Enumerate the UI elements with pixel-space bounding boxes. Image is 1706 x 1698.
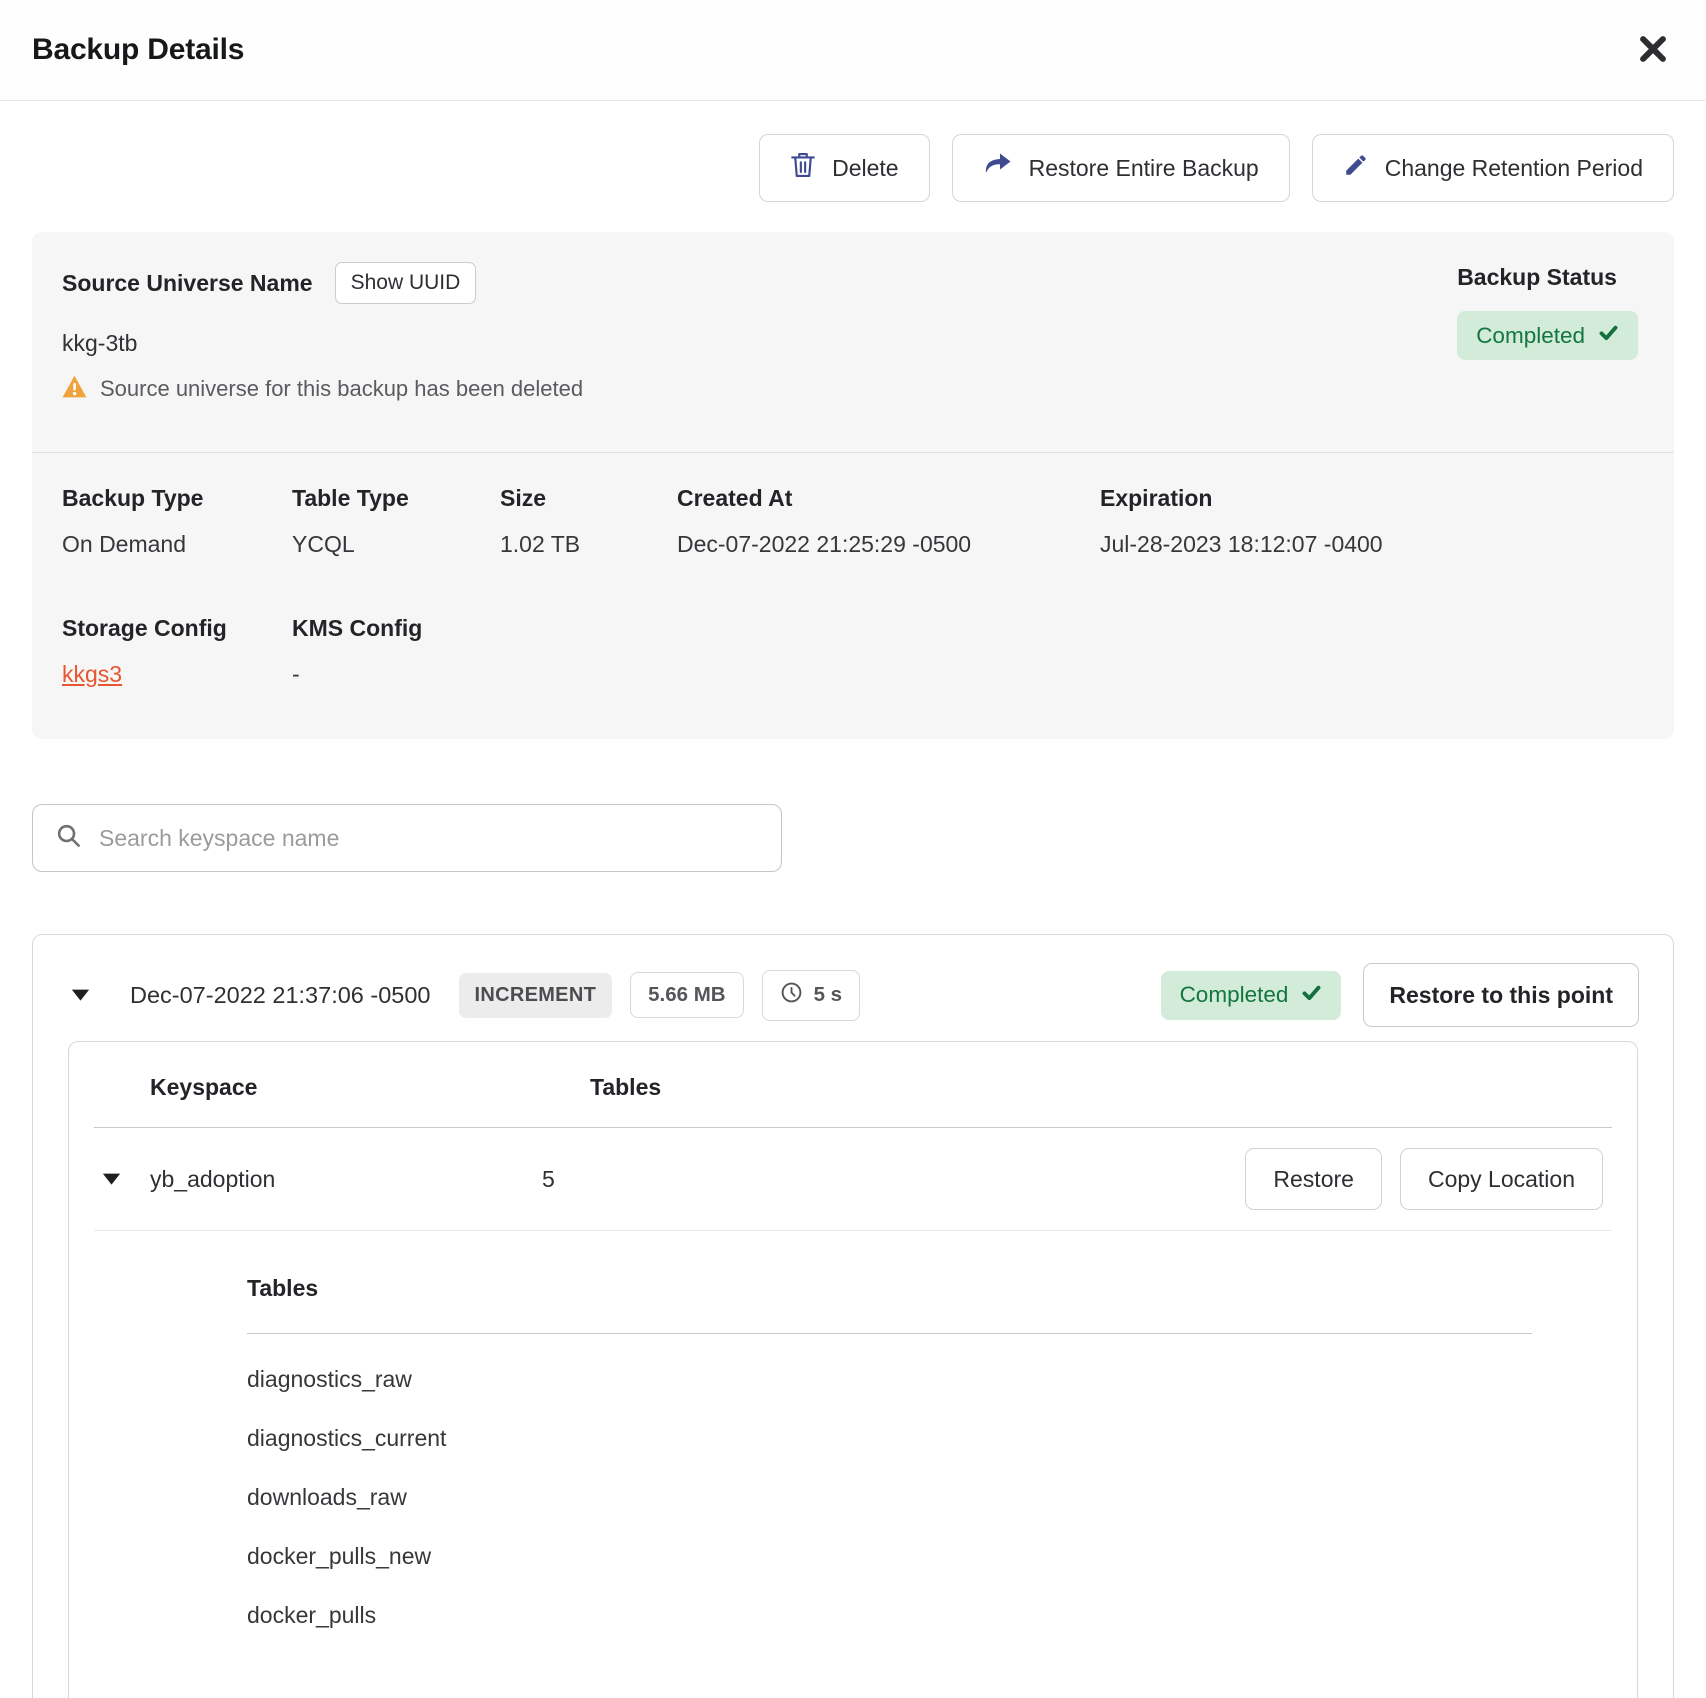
- keyspace-table-card: Keyspace Tables yb_adoption 5 Restore Co…: [68, 1041, 1638, 1698]
- change-retention-period-label: Change Retention Period: [1385, 155, 1643, 182]
- show-uuid-button[interactable]: Show UUID: [335, 262, 477, 304]
- close-button[interactable]: [1628, 24, 1678, 77]
- config-row: Storage Config kkgs3 KMS Config -: [62, 615, 1644, 689]
- status-badge: Completed: [1457, 311, 1638, 360]
- backup-status-label: Backup Status: [1457, 264, 1617, 291]
- check-icon: [1301, 982, 1322, 1009]
- source-universe-block: Source Universe Name Show UUID kkg-3tb S…: [62, 262, 583, 404]
- tables-sublist-divider: [247, 1333, 1532, 1334]
- increment-duration-badge: 5 s: [762, 970, 861, 1021]
- tables-sublist: Tables diagnostics_raw diagnostics_curre…: [247, 1231, 1532, 1629]
- delete-button[interactable]: Delete: [759, 134, 929, 202]
- backup-details-modal: Backup Details Delete Restore Entire Bac…: [0, 0, 1706, 1698]
- source-universe-label: Source Universe Name: [62, 270, 313, 297]
- field-storage-config: Storage Config kkgs3: [62, 615, 292, 689]
- collapse-caret-icon[interactable]: [71, 989, 90, 1001]
- field-created-at: Created At Dec-07-2022 21:25:29 -0500: [677, 485, 1100, 559]
- check-icon: [1598, 322, 1619, 349]
- keyspace-caret-icon[interactable]: [102, 1173, 150, 1185]
- restore-entire-backup-label: Restore Entire Backup: [1029, 155, 1259, 182]
- search-icon: [55, 822, 82, 854]
- increment-header-row: Dec-07-2022 21:37:06 -0500 INCREMENT 5.6…: [33, 935, 1673, 1027]
- search-input[interactable]: [99, 825, 759, 852]
- field-expiration: Expiration Jul-28-2023 18:12:07 -0400: [1100, 485, 1383, 559]
- table-name-item: docker_pulls: [247, 1602, 1532, 1629]
- warning-icon: [62, 375, 87, 404]
- page-title: Backup Details: [32, 33, 244, 67]
- universe-name: kkg-3tb: [62, 330, 583, 358]
- increment-backup-card: Dec-07-2022 21:37:06 -0500 INCREMENT 5.6…: [32, 934, 1674, 1698]
- table-name-item: downloads_raw: [247, 1484, 1532, 1511]
- keyspace-column-header: Keyspace: [150, 1074, 590, 1101]
- backup-meta-row: Backup Type On Demand Table Type YCQL Si…: [62, 485, 1644, 559]
- modal-content: Delete Restore Entire Backup Change Rete…: [0, 134, 1706, 1698]
- table-name-item: diagnostics_current: [247, 1425, 1532, 1452]
- keyspace-tables-count: 5: [542, 1166, 555, 1193]
- change-retention-period-button[interactable]: Change Retention Period: [1312, 134, 1674, 202]
- keyspace-search[interactable]: [32, 804, 782, 872]
- field-table-type: Table Type YCQL: [292, 485, 500, 559]
- increment-status-badge: Completed: [1161, 971, 1342, 1020]
- forward-arrow-icon: [983, 152, 1013, 184]
- increment-timestamp: Dec-07-2022 21:37:06 -0500: [130, 982, 431, 1009]
- restore-keyspace-button[interactable]: Restore: [1245, 1148, 1382, 1210]
- table-name-item: diagnostics_raw: [247, 1366, 1532, 1393]
- copy-location-button[interactable]: Copy Location: [1400, 1148, 1603, 1210]
- field-kms-config: KMS Config -: [292, 615, 500, 689]
- universe-deleted-warning: Source universe for this backup has been…: [62, 374, 583, 404]
- tables-sublist-header: Tables: [247, 1275, 1532, 1303]
- field-size: Size 1.02 TB: [500, 485, 677, 559]
- increment-size-badge: 5.66 MB: [630, 972, 743, 1018]
- warning-text: Source universe for this backup has been…: [100, 376, 583, 402]
- close-icon: [1636, 32, 1670, 69]
- trash-icon: [790, 151, 816, 185]
- clock-icon: [780, 981, 803, 1010]
- storage-config-link[interactable]: kkgs3: [62, 661, 122, 687]
- field-backup-type: Backup Type On Demand: [62, 485, 292, 559]
- keyspace-name: yb_adoption: [150, 1166, 542, 1193]
- table-name-item: docker_pulls_new: [247, 1543, 1532, 1570]
- delete-label: Delete: [832, 155, 898, 182]
- restore-entire-backup-button[interactable]: Restore Entire Backup: [952, 134, 1290, 202]
- keyspace-row: yb_adoption 5 Restore Copy Location: [69, 1128, 1637, 1230]
- tables-column-header: Tables: [590, 1074, 661, 1101]
- status-text: Completed: [1476, 323, 1585, 349]
- restore-to-this-point-button[interactable]: Restore to this point: [1363, 963, 1639, 1027]
- modal-header: Backup Details: [0, 0, 1706, 101]
- keyspace-table-header: Keyspace Tables: [69, 1042, 1637, 1101]
- increment-type-badge: INCREMENT: [459, 973, 613, 1018]
- pencil-icon: [1343, 152, 1369, 184]
- toolbar: Delete Restore Entire Backup Change Rete…: [32, 134, 1674, 202]
- backup-summary-panel: Source Universe Name Show UUID kkg-3tb S…: [32, 232, 1674, 739]
- backup-status-block: Backup Status Completed: [1457, 262, 1638, 404]
